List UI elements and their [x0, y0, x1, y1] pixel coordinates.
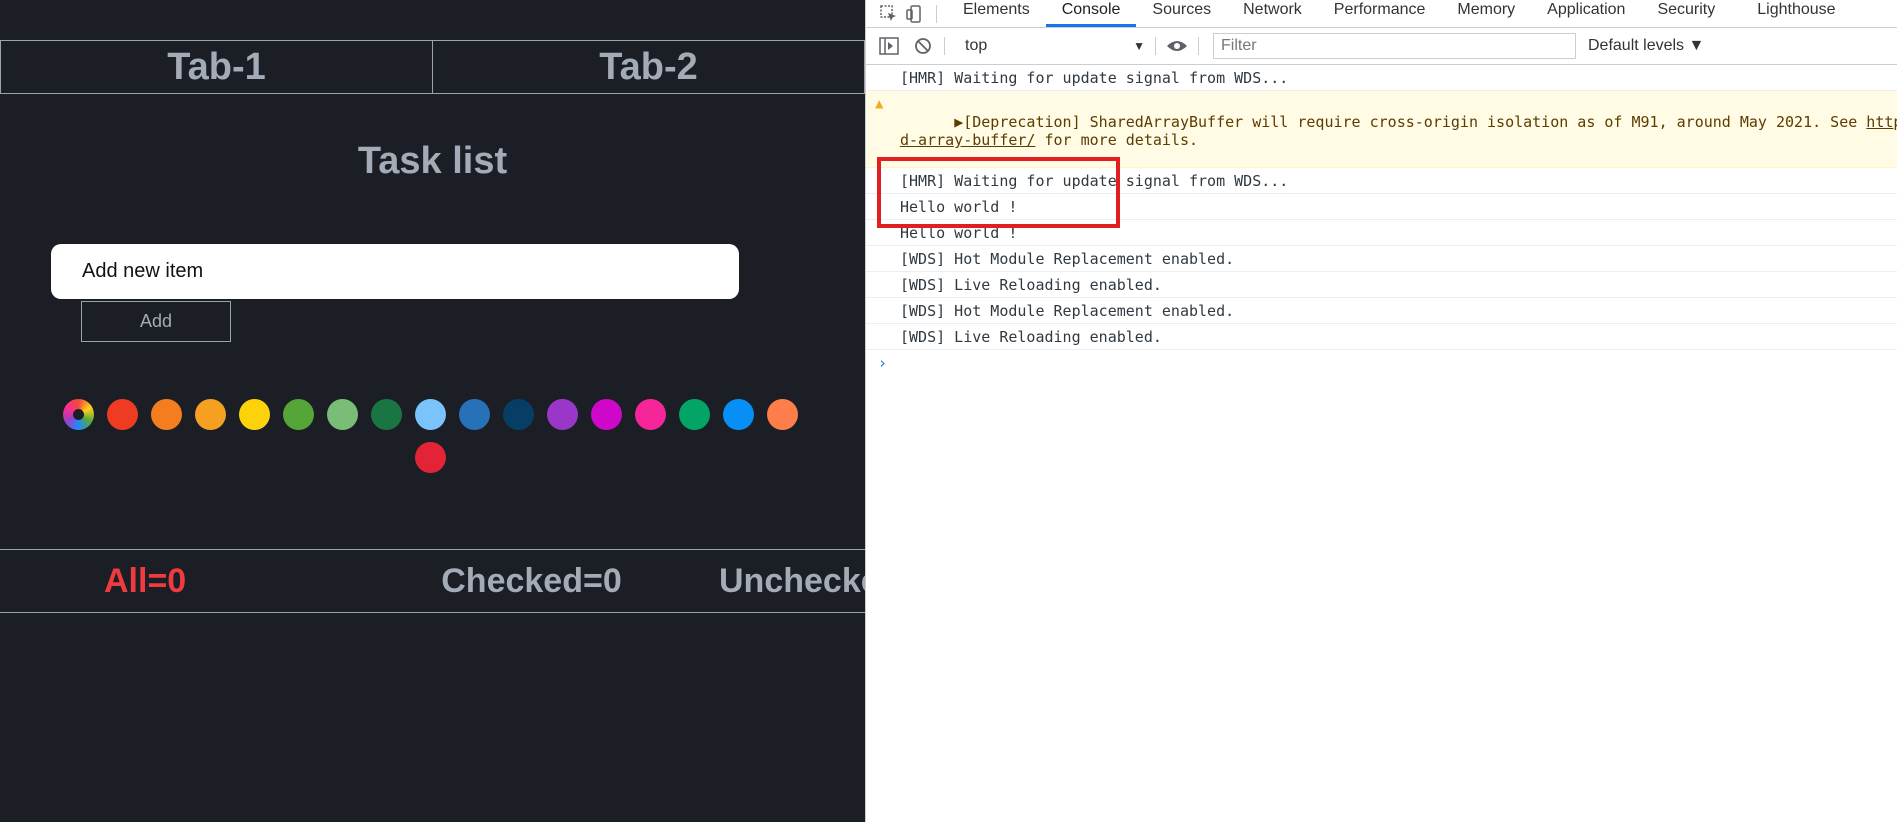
filter-checked[interactable]: Checked=0 — [344, 562, 719, 601]
new-item-input[interactable] — [51, 244, 739, 299]
color-swatch[interactable] — [766, 399, 798, 430]
console-toolbar: top ▼ Default levels ▼ — [866, 28, 1897, 65]
devtools-tab-elements[interactable]: Elements — [947, 0, 1046, 27]
show-sidebar-icon[interactable] — [878, 35, 900, 57]
console-message: [HMR] Waiting for update signal from WDS… — [866, 65, 1897, 91]
filter-all[interactable]: All=0 — [0, 562, 344, 601]
color-swatch[interactable] — [458, 399, 490, 430]
devtools-tab-bar: Elements Console Sources Network Perform… — [866, 0, 1897, 28]
color-swatch[interactable] — [238, 399, 270, 430]
color-swatch[interactable] — [546, 399, 578, 430]
clear-console-icon[interactable] — [912, 35, 934, 57]
color-swatch[interactable] — [502, 399, 534, 430]
console-message: Hello world ! — [866, 220, 1897, 246]
add-button[interactable]: Add — [81, 301, 231, 342]
color-swatch[interactable] — [722, 399, 754, 430]
context-value: top — [965, 37, 988, 54]
color-wheel-icon[interactable] — [62, 399, 94, 430]
context-select[interactable]: top ▼ — [965, 37, 1145, 55]
color-swatch[interactable] — [370, 399, 402, 430]
console-filter-input[interactable] — [1213, 33, 1576, 59]
toolbar-divider — [1198, 37, 1199, 55]
task-stats-bar: All=0 Checked=0 Unchecked=0 — [0, 549, 865, 613]
warning-text: ▶[Deprecation] SharedArrayBuffer will re… — [954, 113, 1867, 131]
inspect-element-icon[interactable] — [878, 3, 900, 25]
warning-text-end: for more details. — [1035, 131, 1199, 149]
toolbar-divider — [944, 37, 945, 55]
toolbar-divider — [936, 4, 937, 23]
tab-bar: Tab-1 Tab-2 — [0, 40, 865, 94]
console-warning[interactable]: ▲ ▶[Deprecation] SharedArrayBuffer will r… — [866, 91, 1897, 168]
warning-link[interactable]: https://d — [1866, 113, 1897, 131]
console-message: [HMR] Waiting for update signal from WDS… — [866, 168, 1897, 194]
devtools-tab-application[interactable]: Application — [1531, 0, 1641, 27]
devtools-tab-security[interactable]: Security — [1641, 0, 1731, 27]
filter-unchecked[interactable]: Unchecked=0 — [719, 562, 865, 601]
color-swatch[interactable] — [326, 399, 358, 430]
devtools-tab-memory[interactable]: Memory — [1441, 0, 1531, 27]
color-swatch[interactable] — [414, 399, 446, 430]
live-expression-eye-icon[interactable] — [1166, 35, 1188, 57]
page-title: Task list — [357, 140, 508, 182]
dropdown-arrow-icon: ▼ — [1133, 39, 1145, 53]
devtools-tab-sources[interactable]: Sources — [1136, 0, 1227, 27]
console-message: [WDS] Live Reloading enabled. — [866, 324, 1897, 350]
color-swatch[interactable] — [634, 399, 666, 430]
console-prompt[interactable]: › — [866, 350, 1897, 372]
color-swatch[interactable] — [106, 399, 138, 430]
device-toolbar-icon[interactable] — [904, 3, 926, 25]
devtools-panel: Elements Console Sources Network Perform… — [865, 0, 1897, 822]
console-message: [WDS] Live Reloading enabled. — [866, 272, 1897, 298]
color-swatch[interactable] — [590, 399, 622, 430]
console-message: [WDS] Hot Module Replacement enabled. — [866, 298, 1897, 324]
devtools-tab-performance[interactable]: Performance — [1318, 0, 1442, 27]
console-message: Hello world ! — [866, 194, 1897, 220]
log-levels-dropdown[interactable]: Default levels ▼ — [1588, 37, 1704, 55]
color-swatch[interactable] — [150, 399, 182, 430]
warning-icon: ▲ — [875, 96, 884, 112]
tab-1[interactable]: Tab-1 — [0, 41, 432, 93]
tab-2[interactable]: Tab-2 — [432, 41, 865, 93]
app-pane: Tab-1 Tab-2 Task list Add All=0 Checked=… — [0, 0, 865, 822]
warning-link-continued[interactable]: d-array-buffer/ — [900, 131, 1035, 149]
devtools-tab-console[interactable]: Console — [1045, 0, 1137, 27]
color-swatch[interactable] — [414, 442, 446, 473]
color-swatch[interactable] — [678, 399, 710, 430]
toolbar-divider — [1155, 37, 1156, 55]
devtools-tab-lighthouse[interactable]: Lighthouse — [1741, 0, 1851, 27]
color-swatch[interactable] — [194, 399, 226, 430]
devtools-tab-network[interactable]: Network — [1227, 0, 1318, 27]
color-palette — [60, 399, 800, 473]
color-swatch[interactable] — [282, 399, 314, 430]
console-output: [HMR] Waiting for update signal from WDS… — [866, 65, 1897, 372]
console-message: [WDS] Hot Module Replacement enabled. — [866, 246, 1897, 272]
